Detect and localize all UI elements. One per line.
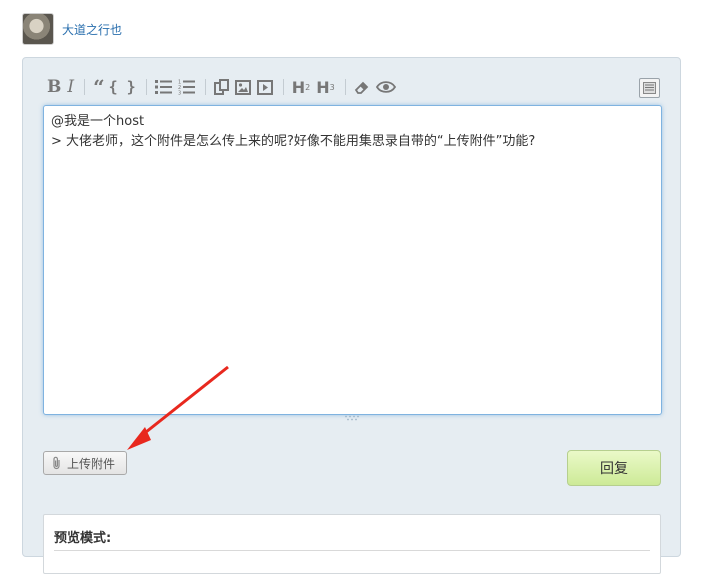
- avatar[interactable]: [22, 13, 54, 45]
- reply-button[interactable]: 回复: [567, 450, 661, 486]
- video-icon: [256, 79, 273, 95]
- user-header: 大道之行也: [22, 13, 122, 45]
- image-button[interactable]: [234, 76, 251, 98]
- numbered-list-icon: 123: [178, 80, 195, 96]
- editor-line-quote: > 大佬老师，这个附件是怎么传上来的呢?好像不能用集思录自带的“上传附件”功能?: [51, 134, 536, 149]
- username-link[interactable]: 大道之行也: [62, 21, 122, 38]
- heading3-letter: H: [316, 77, 330, 97]
- image-icon: [234, 79, 251, 95]
- toolbar-divider: [344, 79, 346, 95]
- paperclip-icon: [53, 456, 60, 470]
- heading2-level: 2: [305, 82, 311, 92]
- document-icon: [643, 82, 656, 94]
- eraser-button[interactable]: [354, 76, 370, 98]
- toolbar-divider: [145, 79, 147, 95]
- resize-grip-icon[interactable]: [344, 415, 360, 421]
- link-icon: [213, 79, 229, 95]
- bold-button[interactable]: B: [47, 76, 61, 98]
- eraser-icon: [354, 81, 368, 94]
- preview-mode-label: 预览模式:: [54, 531, 112, 546]
- quote-button[interactable]: “: [93, 75, 104, 99]
- bullet-list-icon: [154, 80, 172, 94]
- reply-panel: B I “ { } 123 H 2 H 3 @我是一个host > 大佬老师，这…: [22, 57, 681, 574]
- toolbar-divider: [282, 79, 284, 95]
- fullscreen-button[interactable]: [639, 78, 660, 98]
- editor-toolbar: B I “ { } 123 H 2 H 3: [47, 75, 402, 99]
- link-button[interactable]: [213, 76, 229, 98]
- ordered-list-button[interactable]: 123: [178, 76, 195, 98]
- upload-attachment-button[interactable]: 上传附件: [43, 451, 127, 475]
- toolbar-divider: [84, 79, 86, 95]
- preview-button[interactable]: [375, 76, 396, 98]
- heading3-level: 3: [329, 82, 335, 92]
- heading3-button[interactable]: H3: [316, 76, 334, 98]
- heading2-letter: H: [291, 77, 306, 97]
- editor-line-mention: @我是一个host: [51, 114, 145, 129]
- preview-panel: 预览模式:: [43, 514, 661, 574]
- toolbar-divider: [204, 79, 206, 95]
- heading2-button[interactable]: H2: [292, 76, 310, 98]
- unordered-list-button[interactable]: [154, 76, 172, 98]
- video-button[interactable]: [256, 76, 273, 98]
- reply-textarea[interactable]: @我是一个host > 大佬老师，这个附件是怎么传上来的呢?好像不能用集思录自带…: [43, 105, 662, 415]
- upload-attachment-label: 上传附件: [67, 456, 116, 471]
- italic-button[interactable]: I: [67, 76, 74, 98]
- eye-icon: [375, 81, 396, 93]
- code-button[interactable]: { }: [109, 76, 136, 98]
- svg-text:3: 3: [178, 91, 181, 96]
